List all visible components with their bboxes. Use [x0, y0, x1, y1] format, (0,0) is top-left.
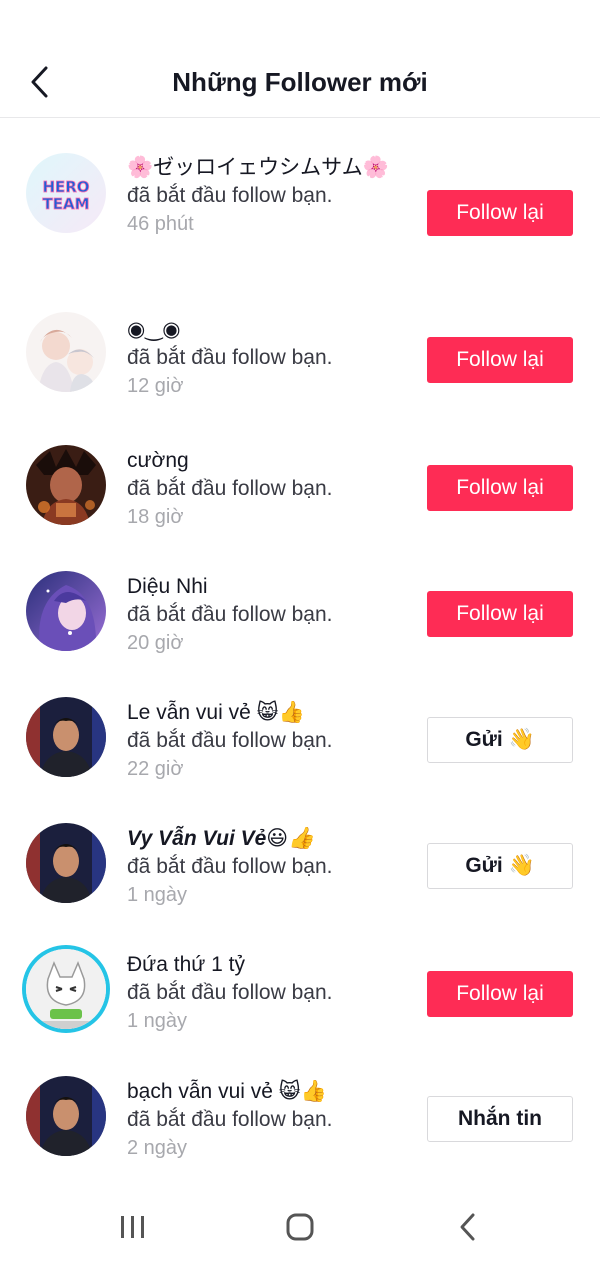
follow-back-button[interactable]: Follow lại [427, 190, 573, 236]
follower-name[interactable]: Đứa thứ 1 tỷ [127, 951, 412, 979]
follower-name[interactable]: ◉‿◉ [127, 316, 412, 344]
system-back-button[interactable] [438, 1202, 498, 1252]
follow-action-text: đã bắt đầu follow bạn. [127, 184, 333, 207]
avatar[interactable] [26, 571, 106, 651]
follow-back-button[interactable]: Follow lại [427, 971, 573, 1017]
follow-back-button[interactable]: Follow lại [427, 591, 573, 637]
timestamp: 18 giờ [127, 506, 184, 528]
back-icon [460, 1213, 475, 1241]
page-title: Những Follower mới [172, 67, 428, 97]
avatar[interactable] [26, 312, 106, 392]
man-portrait-icon [26, 1076, 106, 1156]
svg-text:TEAM: TEAM [42, 195, 89, 213]
list-item[interactable]: Diệu Nhi đã bắt đầu follow bạn. 20 giờ F… [0, 571, 600, 697]
cartoon-cat-icon [26, 949, 106, 1029]
follower-name[interactable]: Le vẫn vui vẻ 😸👍 [127, 699, 412, 727]
follower-name[interactable]: Vy Vẫn Vui Vẻ😃👍 [127, 825, 412, 853]
home-icon [286, 1213, 314, 1241]
man-portrait-icon [26, 823, 106, 903]
timestamp: 12 giờ [127, 375, 184, 397]
recent-apps-button[interactable] [103, 1202, 163, 1252]
follow-action-text: đã bắt đầu follow bạn. [127, 729, 333, 752]
wave-button[interactable]: Gửi 👋 [427, 717, 573, 763]
follower-name[interactable]: Diệu Nhi [127, 573, 412, 601]
message-button[interactable]: Nhắn tin [427, 1096, 573, 1142]
list-item[interactable]: bạch vẫn vui vẻ 😸👍 đã bắt đầu follow bạn… [0, 1076, 600, 1202]
recent-apps-icon [121, 1216, 144, 1238]
follow-action-text: đã bắt đầu follow bạn. [127, 603, 333, 626]
home-button[interactable] [270, 1202, 330, 1252]
list-item[interactable]: HERO TEAM 🌸ゼッロイェウシムサム🌸 đã bắt đầu follow… [0, 148, 600, 274]
follower-name[interactable]: 🌸ゼッロイェウシムサム🌸 [127, 154, 397, 182]
system-navbar [0, 1188, 600, 1267]
follow-action-text: đã bắt đầu follow bạn. [127, 477, 333, 500]
follow-action-text: đã bắt đầu follow bạn. [127, 855, 333, 878]
follower-name[interactable]: cường [127, 447, 412, 475]
dark-warrior-icon [26, 445, 106, 525]
avatar[interactable] [26, 949, 106, 1029]
timestamp: 22 giờ [127, 758, 184, 780]
avatar[interactable] [26, 697, 106, 777]
timestamp: 46 phút [127, 213, 194, 235]
follow-action-text: đã bắt đầu follow bạn. [127, 346, 333, 369]
timestamp: 2 ngày [127, 1137, 188, 1159]
list-item[interactable]: ◉‿◉ đã bắt đầu follow bạn. 12 giờ Follow… [0, 312, 600, 440]
anime-girl-icon [26, 571, 106, 651]
svg-text:HERO: HERO [42, 178, 89, 196]
list-item[interactable]: Le vẫn vui vẻ 😸👍 đã bắt đầu follow bạn. … [0, 697, 600, 823]
header-bar: Những Follower mới [0, 0, 600, 118]
wave-button[interactable]: Gửi 👋 [427, 843, 573, 889]
timestamp: 1 ngày [127, 884, 188, 906]
follow-action-text: đã bắt đầu follow bạn. [127, 981, 333, 1004]
avatar[interactable]: HERO TEAM [26, 153, 106, 233]
list-item[interactable]: Vy Vẫn Vui Vẻ😃👍 đã bắt đầu follow bạn. 1… [0, 823, 600, 949]
follow-back-button[interactable]: Follow lại [427, 465, 573, 511]
avatar[interactable] [26, 445, 106, 525]
list-item[interactable]: Đứa thứ 1 tỷ đã bắt đầu follow bạn. 1 ng… [0, 949, 600, 1075]
timestamp: 20 giờ [127, 632, 184, 654]
follow-back-button[interactable]: Follow lại [427, 337, 573, 383]
follow-action-text: đã bắt đầu follow bạn. [127, 1108, 333, 1131]
list-item[interactable]: cường đã bắt đầu follow bạn. 18 giờ Foll… [0, 445, 600, 571]
timestamp: 1 ngày [127, 1010, 188, 1032]
avatar[interactable] [26, 823, 106, 903]
avatar[interactable] [26, 1076, 106, 1156]
hero-team-logo-icon: HERO TEAM [26, 153, 106, 233]
follower-name[interactable]: bạch vẫn vui vẻ 😸👍 [127, 1078, 412, 1106]
man-portrait-icon [26, 697, 106, 777]
anime-couple-icon [26, 312, 106, 392]
